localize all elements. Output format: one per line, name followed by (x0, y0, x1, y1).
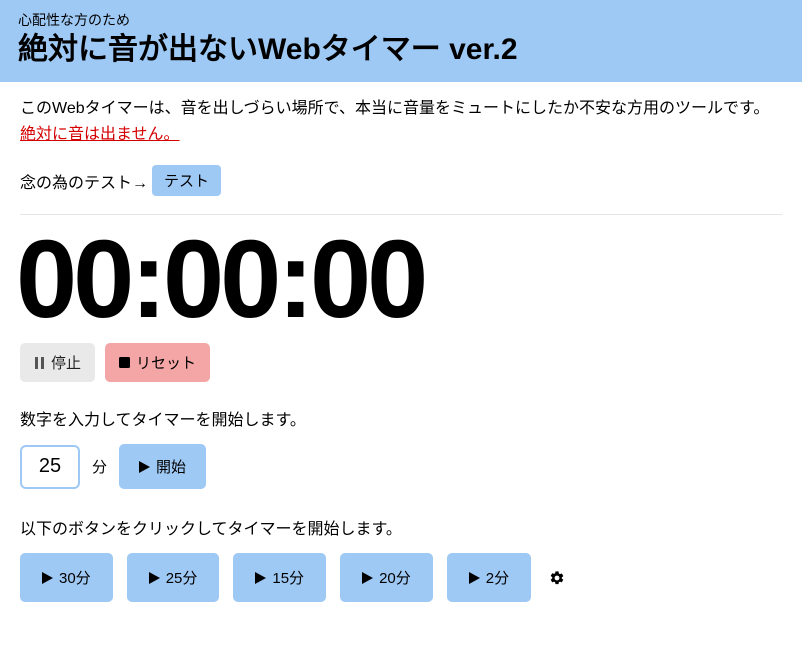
play-icon (42, 572, 53, 584)
test-button[interactable]: テスト (152, 165, 221, 196)
preset-button-30[interactable]: 30分 (20, 553, 113, 602)
timer-display: 00:00:00 (16, 225, 782, 335)
pause-icon (34, 357, 45, 369)
preset-button-15[interactable]: 15分 (233, 553, 326, 602)
preset-button-20[interactable]: 20分 (340, 553, 433, 602)
play-icon (149, 572, 160, 584)
stop-icon (119, 357, 130, 368)
preset-button-25[interactable]: 25分 (127, 553, 220, 602)
pause-button[interactable]: 停止 (20, 343, 95, 382)
preset-section-label: 以下のボタンをクリックしてタイマーを開始します。 (20, 515, 782, 539)
intro-line1: このWebタイマーは、音を出しづらい場所で、本当に音量をミュートにしたか不安な方… (20, 100, 769, 117)
app-header: 心配性な方のため 絶対に音が出ないWebタイマー ver.2 (0, 0, 802, 82)
pause-label: 停止 (51, 352, 81, 373)
play-icon (255, 572, 266, 584)
preset-label: 20分 (379, 567, 411, 588)
tagline: 心配性な方のため (18, 10, 784, 30)
play-icon (362, 572, 373, 584)
reset-button[interactable]: リセット (105, 343, 210, 382)
start-label: 開始 (156, 456, 186, 477)
preset-button-2[interactable]: 2分 (447, 553, 531, 602)
gear-icon[interactable] (545, 566, 569, 590)
test-label: 念の為のテスト→ (20, 169, 148, 193)
preset-label: 25分 (166, 567, 198, 588)
intro-text: このWebタイマーは、音を出しづらい場所で、本当に音量をミュートにしたか不安な方… (20, 96, 782, 147)
start-button[interactable]: 開始 (119, 444, 206, 489)
page-title: 絶対に音が出ないWebタイマー ver.2 (18, 32, 784, 68)
input-section-label: 数字を入力してタイマーを開始します。 (20, 406, 782, 430)
minute-input[interactable] (20, 445, 80, 489)
minute-unit: 分 (92, 456, 107, 477)
play-icon (469, 572, 480, 584)
preset-label: 2分 (486, 567, 509, 588)
divider (20, 214, 782, 215)
play-icon (139, 461, 150, 473)
assurance-link[interactable]: 絶対に音は出ません。 (20, 126, 180, 143)
reset-label: リセット (136, 352, 196, 373)
preset-label: 15分 (272, 567, 304, 588)
preset-label: 30分 (59, 567, 91, 588)
